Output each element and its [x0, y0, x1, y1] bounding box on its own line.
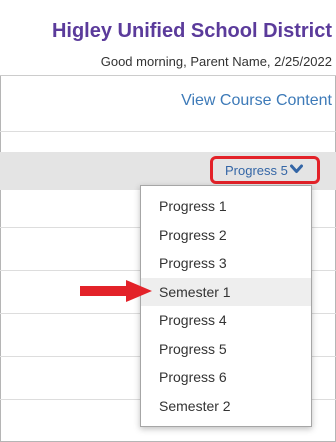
option-progress-1[interactable]: Progress 1 — [141, 192, 311, 221]
greeting-text: Good morning, Parent Name, 2/25/2022 — [100, 54, 332, 69]
option-progress-5[interactable]: Progress 5 — [141, 335, 311, 364]
chevron-down-icon — [289, 161, 303, 179]
option-progress-6[interactable]: Progress 6 — [141, 363, 311, 392]
option-progress-4[interactable]: Progress 4 — [141, 306, 311, 335]
option-semester-1[interactable]: Semester 1 — [141, 277, 311, 306]
header-divider — [0, 75, 336, 76]
grading-period-selected: Progress 5 — [225, 162, 288, 178]
grading-period-select[interactable]: Progress 5 — [210, 156, 320, 184]
district-name: Higley Unified School District — [51, 20, 332, 42]
arrow-right-icon — [80, 280, 152, 302]
header: Higley Unified School District Good morn… — [0, 0, 336, 76]
option-semester-2[interactable]: Semester 2 — [141, 392, 311, 421]
section-divider — [0, 131, 336, 132]
grading-period-dropdown: Progress 1 Progress 2 Progress 3 Semeste… — [140, 185, 312, 427]
option-progress-3[interactable]: Progress 3 — [141, 249, 311, 278]
option-progress-2[interactable]: Progress 2 — [141, 221, 311, 250]
view-course-content-link[interactable]: View Course Content — [181, 92, 332, 110]
